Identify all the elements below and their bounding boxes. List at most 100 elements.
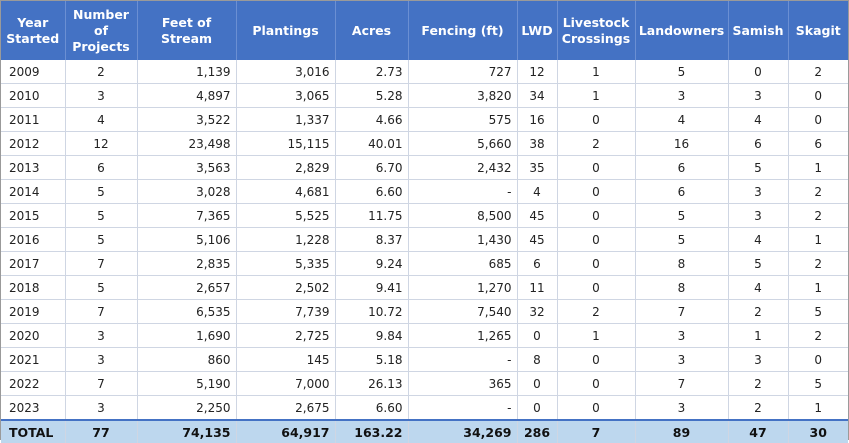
cell-samish: 3 [728, 347, 789, 372]
cell-lwd: 45 [517, 227, 558, 252]
projects-table-container: Year Started Number of Projects Feet of … [0, 0, 849, 443]
cell-year-started: 2023 [1, 395, 66, 421]
cell-landowners: 3 [635, 395, 729, 421]
cell-lwd: 0 [517, 323, 558, 348]
cell-livestock-crossings: 1 [557, 83, 636, 108]
cell-fencing: 2,432 [408, 155, 518, 180]
col-header-landowners: Landowners [635, 1, 729, 60]
cell-plantings: 2,502 [236, 275, 336, 300]
cell-feet-of-stream: 3,563 [137, 155, 237, 180]
cell-plantings: 2,675 [236, 395, 336, 421]
cell-landowners: 3 [635, 347, 729, 372]
cell-samish: 3 [728, 83, 789, 108]
table-row: 2011 4 3,522 1,337 4.66 575 16 0 4 4 0 [1, 107, 848, 132]
cell-fencing: - [408, 347, 518, 372]
cell-lwd: 16 [517, 107, 558, 132]
cell-feet-of-stream: 5,190 [137, 371, 237, 396]
cell-acres: 9.84 [335, 323, 409, 348]
cell-samish: 4 [728, 275, 789, 300]
cell-fencing: 1,430 [408, 227, 518, 252]
cell-acres: 2.73 [335, 60, 409, 84]
cell-landowners: 5 [635, 203, 729, 228]
cell-plantings: 145 [236, 347, 336, 372]
cell-skagit: 2 [788, 60, 848, 84]
cell-feet-of-stream: 3,028 [137, 179, 237, 204]
cell-landowners: 3 [635, 83, 729, 108]
cell-plantings: 4,681 [236, 179, 336, 204]
col-header-plantings: Plantings [236, 1, 336, 60]
cell-landowners: 4 [635, 107, 729, 132]
cell-number-of-projects: 4 [65, 107, 138, 132]
cell-number-of-projects: 7 [65, 371, 138, 396]
cell-feet-of-stream: 2,657 [137, 275, 237, 300]
cell-feet-of-stream: 6,535 [137, 299, 237, 324]
cell-acres: 6.70 [335, 155, 409, 180]
header-row: Year Started Number of Projects Feet of … [1, 1, 848, 60]
table-row: 2019 7 6,535 7,739 10.72 7,540 32 2 7 2 5 [1, 299, 848, 324]
col-header-skagit: Skagit [788, 1, 848, 60]
cell-fencing: 5,660 [408, 131, 518, 156]
cell-feet-of-stream: 860 [137, 347, 237, 372]
cell-acres: 6.60 [335, 395, 409, 421]
cell-fencing: 8,500 [408, 203, 518, 228]
cell-lwd: 35 [517, 155, 558, 180]
cell-fencing: 365 [408, 371, 518, 396]
table-row: 2009 2 1,139 3,016 2.73 727 12 1 5 0 2 [1, 60, 848, 84]
cell-plantings: 7,739 [236, 299, 336, 324]
cell-acres: 40.01 [335, 131, 409, 156]
cell-acres: 6.60 [335, 179, 409, 204]
cell-year-started: 2018 [1, 275, 66, 300]
cell-skagit: 6 [788, 131, 848, 156]
cell-lwd: 38 [517, 131, 558, 156]
cell-fencing: 727 [408, 60, 518, 84]
cell-lwd: 4 [517, 179, 558, 204]
cell-acres: 26.13 [335, 371, 409, 396]
cell-landowners: 7 [635, 299, 729, 324]
cell-skagit: 1 [788, 275, 848, 300]
table-row: 2022 7 5,190 7,000 26.13 365 0 0 7 2 5 [1, 371, 848, 396]
cell-landowners: 16 [635, 131, 729, 156]
cell-samish: 3 [728, 203, 789, 228]
cell-skagit: 2 [788, 251, 848, 276]
cell-livestock-crossings: 0 [557, 107, 636, 132]
cell-feet-of-stream: 3,522 [137, 107, 237, 132]
table-row: 2020 3 1,690 2,725 9.84 1,265 0 1 3 1 2 [1, 323, 848, 348]
cell-landowners: 3 [635, 323, 729, 348]
cell-year-started: 2014 [1, 179, 66, 204]
col-header-samish: Samish [728, 1, 789, 60]
cell-acres: 9.41 [335, 275, 409, 300]
cell-acres: 5.18 [335, 347, 409, 372]
cell-skagit: 1 [788, 227, 848, 252]
cell-livestock-crossings: 0 [557, 395, 636, 421]
cell-samish: 3 [728, 179, 789, 204]
cell-samish: 5 [728, 155, 789, 180]
cell-plantings: 15,115 [236, 131, 336, 156]
cell-plantings: 7,000 [236, 371, 336, 396]
cell-livestock-crossings: 0 [557, 275, 636, 300]
cell-samish: 4 [728, 107, 789, 132]
cell-livestock-crossings: 0 [557, 371, 636, 396]
table-row: 2023 3 2,250 2,675 6.60-0 0 3 2 1 [1, 395, 848, 421]
cell-landowners: 8 [635, 275, 729, 300]
cell-livestock-crossings: 0 [557, 347, 636, 372]
cell-livestock-crossings: 0 [557, 251, 636, 276]
cell-livestock-crossings: 0 [557, 227, 636, 252]
cell-feet-of-stream: 7,365 [137, 203, 237, 228]
cell-samish: 2 [728, 371, 789, 396]
cell-skagit: 1 [788, 395, 848, 421]
cell-samish: 6 [728, 131, 789, 156]
cell-number-of-projects: 7 [65, 251, 138, 276]
cell-samish: 2 [728, 395, 789, 421]
cell-fencing: 1,270 [408, 275, 518, 300]
cell-number-of-projects: 5 [65, 179, 138, 204]
table-row: 2013 6 3,563 2,829 6.70 2,432 35 0 6 5 1 [1, 155, 848, 180]
cell-plantings: 3,065 [236, 83, 336, 108]
cell-lwd: 6 [517, 251, 558, 276]
cell-lwd: 0 [517, 395, 558, 421]
cell-fencing: - [408, 179, 518, 204]
cell-skagit: 2 [788, 203, 848, 228]
cell-fencing: 575 [408, 107, 518, 132]
cell-year-started: 2020 [1, 323, 66, 348]
cell-number-of-projects: 3 [65, 83, 138, 108]
cell-livestock-crossings: 1 [557, 60, 636, 84]
